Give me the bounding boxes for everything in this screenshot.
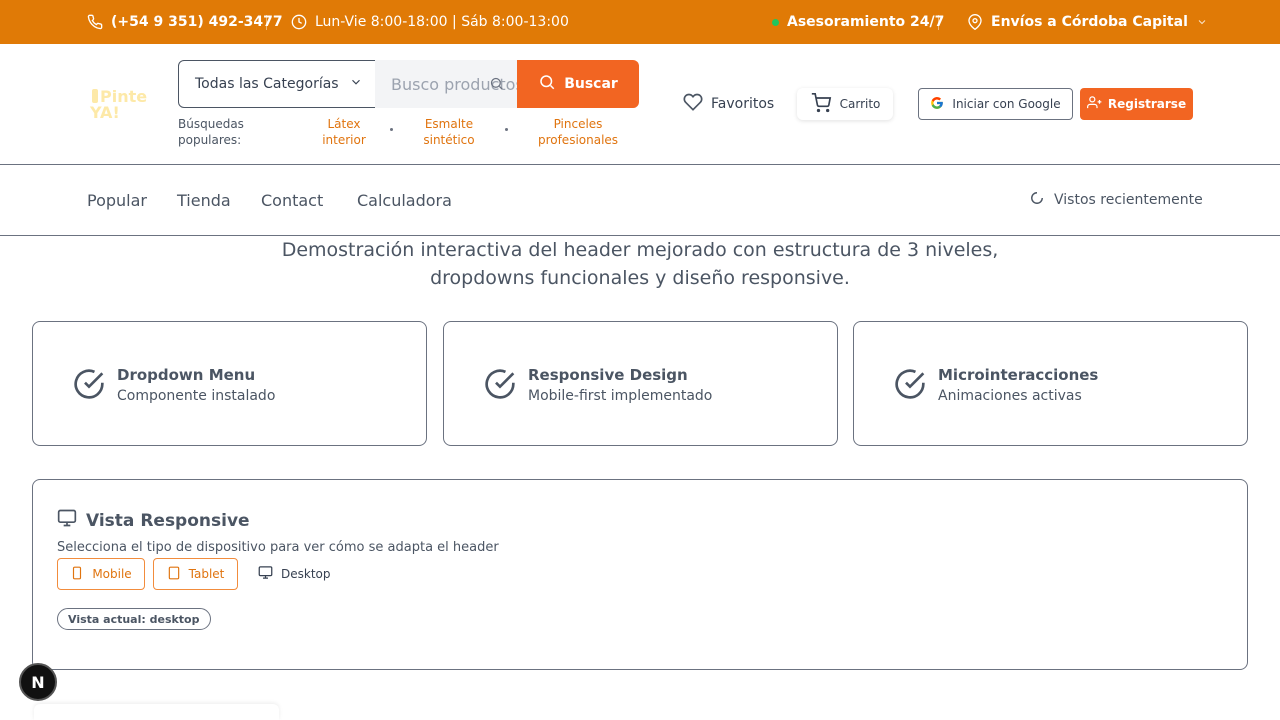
shipping-text: Envíos a Córdoba Capital [991, 14, 1188, 30]
search-icon [489, 76, 504, 95]
check-circle-icon [73, 368, 105, 404]
category-dropdown[interactable]: Todas las Categorías [178, 60, 376, 108]
google-login-label: Iniciar con Google [952, 97, 1061, 111]
phone-number: (+54 9 351) 492-3477 [111, 14, 283, 30]
feature-subtitle: Mobile-first implementado [528, 388, 713, 404]
responsive-view-panel: Vista Responsive Selecciona el tipo de d… [32, 479, 1248, 670]
register-label: Registrarse [1107, 97, 1187, 111]
map-pin-icon [967, 14, 983, 30]
intro-line: dropdowns funcionales y diseño responsiv… [430, 267, 850, 289]
google-icon [930, 96, 944, 113]
favorites-label: Favoritos [711, 96, 775, 112]
panel-title: Vista Responsive [57, 508, 250, 533]
online-indicator [772, 18, 779, 26]
device-desktop-button[interactable]: Desktop [258, 558, 331, 590]
advice-text: Asesoramiento 24/7 [787, 14, 945, 30]
business-hours: Lun-Vie 8:00-18:00 | Sáb 8:00-13:00 [291, 0, 569, 44]
user-plus-icon [1086, 95, 1102, 113]
search-icon [538, 73, 556, 95]
recently-viewed-label: Vistos recientemente [1054, 192, 1203, 208]
phone-contact[interactable]: (+54 9 351) 492-3477 [87, 0, 283, 44]
favorites-link[interactable]: Favoritos [683, 92, 774, 116]
panel-title-text: Vista Responsive [86, 510, 250, 531]
search-button-label: Buscar [564, 76, 618, 92]
monitor-icon [258, 565, 273, 583]
register-button[interactable]: Registrarse [1080, 88, 1193, 120]
main-nav: Popular Tienda Contact Calculadora Visto… [0, 165, 1280, 236]
nav-item-tienda[interactable]: Tienda [177, 191, 231, 210]
cart-icon [810, 92, 832, 116]
feature-title: Dropdown Menu [117, 366, 256, 384]
top-info-bar: (+54 9 351) 492-3477 Lun-Vie 8:00-18:00 … [0, 0, 1280, 44]
device-label: Tablet [188, 567, 225, 581]
main-header: Pinte YA! Todas las Categorías Buscar Bú… [0, 44, 1280, 165]
tablet-icon [167, 566, 181, 583]
feature-title: Responsive Design [528, 366, 688, 384]
heart-icon [683, 92, 703, 116]
dot-separator [390, 128, 393, 131]
nav-item-popular[interactable]: Popular [87, 191, 147, 210]
logo-text-line2: YA! [90, 103, 120, 122]
device-tablet-button[interactable]: Tablet [153, 558, 238, 590]
smartphone-icon [70, 566, 84, 583]
device-label: Desktop [281, 567, 331, 581]
feature-card: Responsive Design Mobile-first implement… [443, 321, 838, 446]
popular-search-link[interactable]: Látex interior [318, 116, 370, 148]
bottom-tab-card [34, 704, 279, 720]
popular-searches-label: Búsquedas populares: [178, 117, 244, 147]
feature-subtitle: Animaciones activas [938, 388, 1082, 404]
category-label: Todas las Categorías [195, 76, 339, 92]
chevron-down-icon [1196, 16, 1208, 28]
clock-icon [291, 14, 307, 30]
monitor-icon [57, 508, 77, 533]
chevron-down-icon [349, 75, 363, 93]
site-logo[interactable]: Pinte YA! [88, 86, 152, 126]
shipping-selector[interactable]: Envíos a Córdoba Capital [967, 0, 1208, 44]
nav-item-contact[interactable]: Contact [261, 191, 323, 210]
check-circle-icon [484, 368, 516, 404]
popular-search-link[interactable]: Pinceles profesionales [532, 116, 624, 148]
feature-subtitle: Componente instalado [117, 388, 276, 404]
paintbrush-icon [92, 89, 98, 103]
dev-tools-badge[interactable]: N [19, 663, 57, 701]
divider [938, 15, 939, 30]
check-circle-icon [894, 368, 926, 404]
recently-viewed-button[interactable]: Vistos recientemente [1030, 191, 1203, 209]
google-login-button[interactable]: Iniciar con Google [918, 88, 1073, 120]
dot-separator [505, 128, 508, 131]
feature-title: Microinteracciones [938, 366, 1099, 384]
nav-item-calculadora[interactable]: Calculadora [357, 191, 452, 210]
search-button[interactable]: Buscar [517, 60, 639, 108]
cart-button[interactable]: Carrito [797, 88, 893, 120]
device-mobile-button[interactable]: Mobile [57, 558, 145, 590]
device-label: Mobile [92, 567, 132, 581]
cart-label: Carrito [839, 97, 881, 111]
divider [266, 15, 267, 30]
intro-text: Demostración interactiva del header mejo… [0, 236, 1280, 292]
advice-status: Asesoramiento 24/7 [772, 0, 944, 44]
popular-search-link[interactable]: Esmalte sintético [419, 116, 479, 148]
feature-card: Dropdown Menu Componente instalado [32, 321, 427, 446]
intro-line: Demostración interactiva del header mejo… [281, 239, 999, 261]
history-icon [1030, 191, 1044, 209]
current-view-badge: Vista actual: desktop [57, 608, 211, 630]
panel-description: Selecciona el tipo de dispositivo para v… [57, 540, 499, 555]
phone-icon [87, 14, 103, 30]
feature-card: Microinteracciones Animaciones activas [853, 321, 1248, 446]
hours-text: Lun-Vie 8:00-18:00 | Sáb 8:00-13:00 [315, 14, 569, 30]
